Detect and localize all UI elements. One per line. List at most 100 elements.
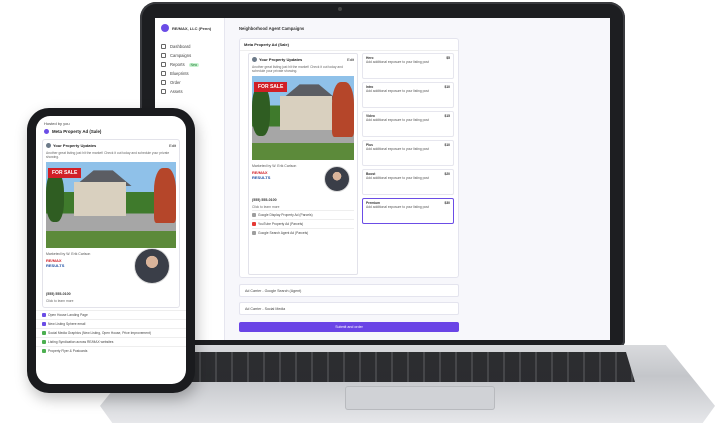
- addon-card-selected[interactable]: Premium $30 Add additional exposure to you…: [362, 198, 454, 224]
- ad-item-youtube[interactable]: YouTube Property Ad (Parcels): [252, 218, 354, 228]
- list-item-label: Open House Landing Page: [48, 312, 88, 317]
- listing-photo: FOR SALE: [46, 162, 176, 249]
- remax-sub: RESULTS: [252, 175, 271, 181]
- sidebar-item-dashboard[interactable]: Dashboard: [161, 42, 218, 51]
- list-item-label: New Listing Sphere email: [48, 321, 86, 326]
- order-icon: [161, 80, 166, 85]
- page-title: Neighborhood Agent Campaigns: [239, 26, 305, 31]
- card-desc: Add additional exposure to your listing …: [366, 176, 429, 180]
- camera-icon: [338, 7, 342, 11]
- addon-cards: Hero $5 Add additional exposure to your li…: [362, 53, 454, 227]
- google-icon: [252, 212, 256, 217]
- ad-label: Google Display Property Ad (Parcels): [258, 212, 313, 217]
- post-body: Another great listing just hit the marke…: [46, 151, 170, 160]
- card-desc: Add additional exposure to your listing …: [366, 205, 429, 209]
- edit-button[interactable]: Edit: [347, 57, 354, 62]
- tree-shape: [332, 82, 354, 138]
- submit-button[interactable]: Submit and order: [239, 322, 459, 332]
- phone-title-text: Meta Property Ad (Sale): [52, 129, 102, 134]
- sidebar-item-label: Campaigns: [170, 53, 192, 58]
- card-price: $10: [444, 85, 450, 89]
- syndication-icon: [42, 339, 46, 344]
- campaigns-icon: [161, 53, 166, 58]
- list-item[interactable]: Listing Syndication across RE/MAX websit…: [36, 336, 186, 346]
- accordion-google-search[interactable]: Ad Carrier - Google Search (Agent): [239, 284, 459, 297]
- agent-phone: (555) 555-0100: [252, 198, 277, 203]
- ad-label: Google Search Agent Ad (Parcels): [258, 230, 309, 235]
- assets-icon: [161, 89, 166, 94]
- card-price: $15: [444, 114, 450, 118]
- tree-shape: [252, 86, 270, 137]
- ad-label: YouTube Property Ad (Parcels): [258, 221, 304, 226]
- ad-preview: Your Property Updates Edit Another great…: [248, 53, 358, 275]
- agent-phone: (555) 555-0100: [46, 292, 71, 297]
- keyboard: [185, 352, 635, 382]
- agent-photo: [324, 166, 350, 193]
- campaign-panel: Meta Property Ad (Sale) Your Property Up…: [239, 38, 459, 278]
- sidebar-item-order[interactable]: Order: [161, 78, 218, 87]
- list-item[interactable]: Social Media Graphics (New Listing, Open…: [36, 327, 186, 337]
- addon-card[interactable]: Video $15 Add additional exposure to your …: [362, 111, 454, 137]
- social-icon: [42, 330, 46, 335]
- accordion-social-media[interactable]: Ad Carrier - Social Media: [239, 302, 459, 315]
- post-header: Your Property Updates Edit: [252, 57, 354, 62]
- main-content: Neighborhood Agent Campaigns Meta Proper…: [235, 22, 605, 334]
- sidebar-item-label: Reports: [170, 62, 185, 67]
- youtube-icon: [252, 221, 256, 226]
- list-item[interactable]: New Listing Sphere email: [36, 318, 186, 328]
- google-icon: [252, 230, 256, 235]
- meta-icon: [44, 129, 49, 134]
- reports-icon: [161, 62, 166, 67]
- phone-header: Hosted by you: [44, 121, 70, 126]
- email-icon: [42, 321, 46, 326]
- card-price: $5: [446, 56, 450, 60]
- house-shape: [280, 96, 332, 131]
- post-title: Your Property Updates: [259, 57, 303, 62]
- addon-card[interactable]: Hero $5 Add additional exposure to your li…: [362, 53, 454, 79]
- edit-button[interactable]: Edit: [169, 143, 176, 148]
- phone-screen: Hosted by you Meta Property Ad (Sale) Yo…: [36, 116, 186, 384]
- list-item[interactable]: Open House Landing Page: [36, 309, 186, 319]
- sidebar-item-reports[interactable]: Reports New: [161, 60, 218, 69]
- blueprints-icon: [161, 71, 166, 76]
- card-desc: Add additional exposure to your listing …: [366, 147, 429, 151]
- list-item-label: Social Media Graphics (New Listing, Open…: [48, 330, 151, 335]
- agent-info: Marketed by W. Erik Carlson RE/MAX RESULT…: [46, 248, 176, 292]
- new-badge: New: [188, 62, 200, 67]
- avatar: [46, 143, 51, 148]
- dashboard-icon: [161, 44, 166, 49]
- sidebar-item-campaigns[interactable]: Campaigns: [161, 51, 218, 60]
- card-desc: Add additional exposure to your listing …: [366, 89, 429, 93]
- org-name: RE/MAX, LLC (Penn): [172, 25, 212, 31]
- addon-card[interactable]: Boost $20 Add additional exposure to your …: [362, 169, 454, 195]
- post-header: Your Property Updates Edit: [46, 143, 176, 148]
- phone-ad-preview: Your Property Updates Edit Another great…: [42, 139, 180, 308]
- sidebar-item-blueprints[interactable]: Blueprints: [161, 69, 218, 78]
- post-body: Another great listing just hit the marke…: [252, 65, 343, 74]
- phone-title: Meta Property Ad (Sale): [36, 126, 186, 137]
- sidebar-item-label: Order: [170, 80, 181, 85]
- agent-photo: [134, 248, 170, 285]
- tree-shape: [154, 168, 176, 224]
- post-title: Your Property Updates: [53, 143, 97, 148]
- list-item-label: Listing Syndication across RE/MAX websit…: [48, 339, 114, 344]
- trackpad: [345, 386, 495, 410]
- agent-info: Marketed by W. Erik Carlson RE/MAX RESULT…: [252, 164, 354, 198]
- card-desc: Add additional exposure to your listing …: [366, 60, 429, 64]
- card-desc: Add additional exposure to your listing …: [366, 118, 429, 122]
- org-switcher[interactable]: RE/MAX, LLC (Penn): [161, 24, 218, 32]
- sidebar-item-assets[interactable]: Assets: [161, 87, 218, 96]
- cta-text[interactable]: Click to learn more: [46, 299, 176, 303]
- ad-item-google-search[interactable]: Google Search Agent Ad (Parcels): [252, 227, 354, 237]
- remax-sub: RESULTS: [46, 263, 65, 269]
- list-item-label: Property Flyer & Postcards: [48, 348, 88, 353]
- ad-item-google-display[interactable]: Google Display Property Ad (Parcels): [252, 209, 354, 219]
- addon-card[interactable]: Plus $10 Add additional exposure to your l…: [362, 140, 454, 166]
- page-icon: [42, 312, 46, 317]
- listing-photo: FOR SALE: [252, 76, 354, 161]
- sidebar-item-label: Blueprints: [170, 71, 189, 76]
- list-item[interactable]: Property Flyer & Postcards: [36, 345, 186, 355]
- addon-card[interactable]: Intro $10 Add additional exposure to your …: [362, 82, 454, 108]
- avatar: [252, 57, 257, 62]
- house-shape: [74, 182, 126, 217]
